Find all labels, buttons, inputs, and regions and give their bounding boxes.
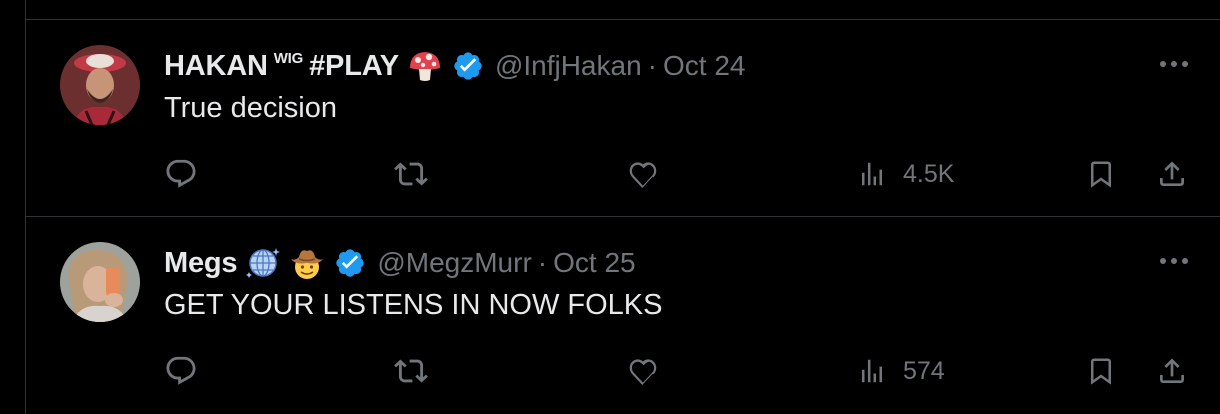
tweet[interactable]: HAKAN WIG #PLAY @InfjHakan · Oct 24 True… bbox=[26, 20, 1220, 217]
views-icon bbox=[857, 159, 887, 189]
display-name-suffix[interactable]: #PLAY bbox=[309, 50, 399, 83]
heart-icon bbox=[626, 354, 660, 388]
more-icon[interactable] bbox=[1158, 251, 1190, 271]
views-count: 4.5K bbox=[903, 159, 955, 188]
reply-button[interactable] bbox=[164, 156, 198, 192]
tweet-header: Megs @MegzMurr · Oct 25 bbox=[164, 245, 636, 281]
reply-icon bbox=[164, 354, 198, 388]
share-icon bbox=[1156, 354, 1188, 388]
tweet-text: GET YOUR LISTENS IN NOW FOLKS bbox=[164, 289, 663, 321]
action-bar: 574 bbox=[26, 349, 1220, 393]
retweet-button[interactable] bbox=[394, 156, 428, 192]
avatar[interactable] bbox=[60, 45, 140, 125]
verified-badge-icon[interactable] bbox=[333, 246, 367, 280]
previous-tweet-edge bbox=[26, 0, 1220, 20]
handle[interactable]: @InfjHakan bbox=[495, 50, 642, 82]
views-icon bbox=[857, 356, 887, 386]
reply-icon bbox=[164, 157, 198, 191]
tweet-header: HAKAN WIG #PLAY @InfjHakan · Oct 24 bbox=[164, 48, 745, 84]
retweet-icon bbox=[394, 354, 428, 388]
timestamp[interactable]: Oct 25 bbox=[553, 247, 635, 279]
views-count: 574 bbox=[903, 356, 945, 385]
more-icon[interactable] bbox=[1158, 54, 1190, 74]
mushroom-icon bbox=[407, 48, 443, 84]
display-name-superscript: WIG bbox=[273, 49, 304, 67]
separator: · bbox=[647, 50, 657, 81]
globe-sparkle-icon bbox=[245, 245, 281, 281]
retweet-icon bbox=[394, 157, 428, 191]
avatar[interactable] bbox=[60, 242, 140, 322]
like-button[interactable] bbox=[626, 156, 660, 192]
bookmark-button[interactable] bbox=[1086, 156, 1116, 192]
tweet[interactable]: Megs @MegzMurr · Oct 25 GET YOUR LISTENS… bbox=[26, 217, 1220, 414]
display-name[interactable]: Megs bbox=[164, 247, 238, 280]
bookmark-icon bbox=[1086, 354, 1116, 388]
views-button[interactable]: 4.5K bbox=[857, 156, 954, 192]
action-bar: 4.5K bbox=[26, 152, 1220, 196]
like-button[interactable] bbox=[626, 353, 660, 389]
separator: · bbox=[537, 247, 548, 278]
share-button[interactable] bbox=[1156, 353, 1188, 389]
tweet-text: True decision bbox=[164, 92, 338, 124]
reply-button[interactable] bbox=[164, 353, 198, 389]
share-button[interactable] bbox=[1156, 156, 1188, 192]
display-name[interactable]: HAKAN bbox=[164, 50, 268, 83]
bookmark-button[interactable] bbox=[1086, 353, 1116, 389]
bookmark-icon bbox=[1086, 157, 1116, 191]
cowboy-face-icon bbox=[289, 245, 325, 281]
verified-badge-icon[interactable] bbox=[451, 49, 485, 83]
retweet-button[interactable] bbox=[394, 353, 428, 389]
handle[interactable]: @MegzMurr bbox=[377, 247, 531, 279]
views-button[interactable]: 574 bbox=[857, 353, 945, 389]
heart-icon bbox=[626, 157, 660, 191]
timeline: HAKAN WIG #PLAY @InfjHakan · Oct 24 True… bbox=[25, 0, 1220, 414]
share-icon bbox=[1156, 157, 1188, 191]
timestamp[interactable]: Oct 24 bbox=[663, 50, 745, 82]
